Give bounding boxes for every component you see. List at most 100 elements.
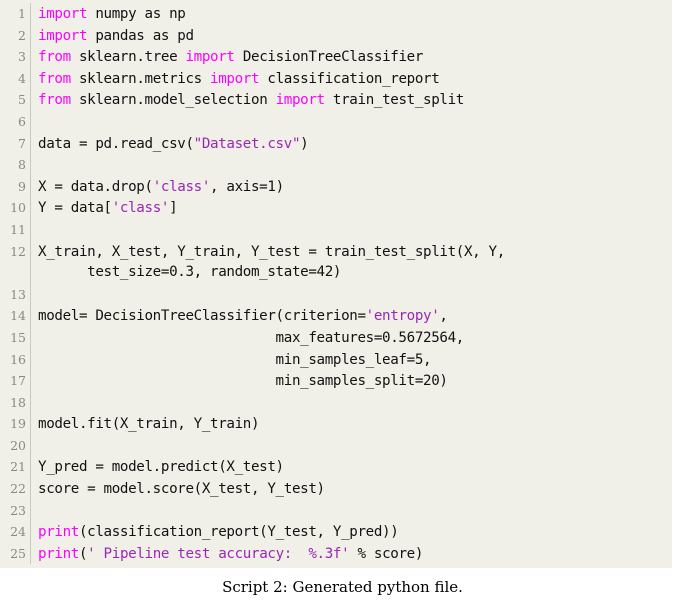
line-number: 19 — [10, 416, 26, 432]
keyword-token: import — [210, 70, 260, 87]
gutter-divider — [30, 154, 31, 176]
code-line: test_size=0.3, random_state=42) — [0, 262, 672, 284]
plain-token: (classification_report(Y_test, Y_pred)) — [78, 524, 399, 541]
code-line: 5 from sklearn.model_selection import tra… — [0, 89, 672, 111]
code-line: 11 — [0, 218, 672, 241]
gutter-divider — [30, 132, 31, 155]
code-text: import numpy as np — [38, 4, 672, 26]
code-text: min_samples_split=20) — [38, 371, 672, 393]
code-line: 12 X_train, X_test, Y_train, Y_test = tra… — [0, 240, 672, 264]
gutter-divider — [30, 283, 31, 306]
code-line: 17 min_samples_split=20) — [0, 370, 672, 392]
gutter-divider — [30, 391, 31, 414]
line-number: 14 — [10, 308, 26, 324]
figure-caption: Script 2: Generated python file. — [222, 578, 463, 596]
code-text: Y_pred = model.predict(X_test) — [38, 457, 672, 479]
line-number: 13 — [10, 286, 26, 302]
plain-token: Y_pred = model.predict(X_test) — [38, 459, 284, 476]
keyword-token: from — [38, 70, 71, 87]
keyword-token: import — [275, 92, 326, 109]
code-line: 7 data = pd.read_csv("Dataset.csv") — [0, 132, 672, 156]
line-number: 20 — [10, 437, 26, 453]
code-text: test_size=0.3, random_state=42) — [38, 262, 672, 284]
code-text: model= DecisionTreeClassifier(criterion=… — [38, 306, 672, 328]
code-line: 15 max_features=0.5672564, — [0, 326, 672, 350]
plain-token: min_samples_split=20) — [38, 373, 448, 390]
line-number: 1 — [18, 6, 26, 21]
code-line: 23 — [0, 499, 672, 522]
gutter-divider — [30, 197, 31, 219]
line-number: 8 — [18, 157, 26, 173]
plain-token: data = pd.read_csv( — [38, 135, 194, 152]
plain-token: score = model.score(X_test, Y_test) — [38, 481, 325, 498]
line-number: 17 — [10, 373, 26, 389]
line-number: 11 — [10, 221, 26, 237]
gutter-divider — [30, 434, 31, 457]
gutter-divider — [30, 370, 31, 392]
string-token: 'class' — [111, 200, 170, 217]
line-number: 22 — [10, 481, 26, 497]
gutter-divider — [30, 456, 31, 479]
gutter-divider — [30, 218, 31, 241]
keyword-token: import — [38, 6, 88, 22]
code-text: min_samples_leaf=5, — [38, 350, 672, 372]
gutter-divider — [30, 478, 31, 500]
plain-token: min_samples_leaf=5, — [38, 351, 432, 368]
gutter-divider — [30, 413, 31, 435]
gutter-divider — [30, 262, 31, 284]
line-number: 24 — [10, 524, 26, 540]
code-line: 18 — [0, 391, 672, 414]
string-token: 'class' — [152, 178, 211, 195]
keyword-token: print — [38, 524, 79, 541]
gutter-divider — [30, 110, 31, 133]
code-line: 25 print(' Pipeline test accuracy: %.3f' … — [0, 542, 672, 565]
line-number: 16 — [10, 351, 26, 367]
plain-token: sklearn.model_selection — [70, 92, 276, 109]
code-line: 10 Y = data['class'] — [0, 197, 672, 219]
plain-token: test_size=0.3, random_state=42) — [38, 264, 342, 281]
plain-token: sklearn.metrics — [70, 70, 211, 87]
string-token: ' Pipeline test accuracy: %.3f' — [87, 545, 350, 562]
line-number: 10 — [10, 200, 26, 216]
code-line: 1 import numpy as np — [0, 3, 672, 25]
line-number: 12 — [10, 243, 26, 259]
keyword-token: from — [38, 92, 71, 109]
plain-token: ( — [78, 545, 88, 562]
line-number: 4 — [18, 70, 26, 86]
gutter-divider — [30, 521, 31, 543]
code-text: max_features=0.5672564, — [38, 328, 672, 350]
plain-token: Y = data[ — [38, 200, 112, 217]
code-text: score = model.score(X_test, Y_test) — [38, 479, 672, 501]
gutter-divider — [30, 24, 31, 47]
code-text: X_train, X_test, Y_train, Y_test = train… — [38, 242, 672, 264]
gutter-divider — [30, 46, 31, 68]
code-line: 19 model.fit(X_train, Y_train) — [0, 413, 672, 435]
code-text: model.fit(X_train, Y_train) — [38, 414, 672, 436]
code-text: Y = data['class'] — [38, 198, 672, 220]
plain-token: train_test_split — [324, 92, 464, 109]
code-line: 3 from sklearn.tree import DecisionTreeCl… — [0, 46, 672, 68]
code-line: 4 from sklearn.metrics import classificat… — [0, 67, 672, 91]
code-text: from sklearn.metrics import classificati… — [38, 69, 672, 91]
code-line: 21 Y_pred = model.predict(X_test) — [0, 456, 672, 479]
line-number: 18 — [10, 394, 26, 410]
code-line: 9 X = data.drop('class', axis=1) — [0, 175, 672, 198]
plain-token: numpy as np — [87, 6, 186, 22]
code-line: 22 score = model.score(X_test, Y_test) — [0, 478, 672, 500]
gutter-divider — [30, 3, 31, 25]
plain-token: % score) — [349, 545, 424, 562]
line-number: 25 — [10, 545, 26, 561]
gutter-divider — [30, 326, 31, 349]
plain-token: X = data.drop( — [38, 178, 153, 195]
code-text: data = pd.read_csv("Dataset.csv") — [38, 134, 672, 156]
line-number: 5 — [18, 92, 26, 108]
code-line: 13 — [0, 283, 672, 306]
line-number: 23 — [10, 502, 26, 518]
plain-token: ) — [300, 135, 309, 152]
code-text: print(classification_report(Y_test, Y_pr… — [38, 522, 672, 544]
gutter-divider — [30, 305, 31, 327]
code-line: 8 — [0, 154, 672, 176]
gutter-divider — [30, 542, 31, 565]
plain-token: pandas as pd — [87, 27, 194, 44]
plain-token: X_train, X_test, Y_train, Y_test = train… — [38, 243, 505, 260]
